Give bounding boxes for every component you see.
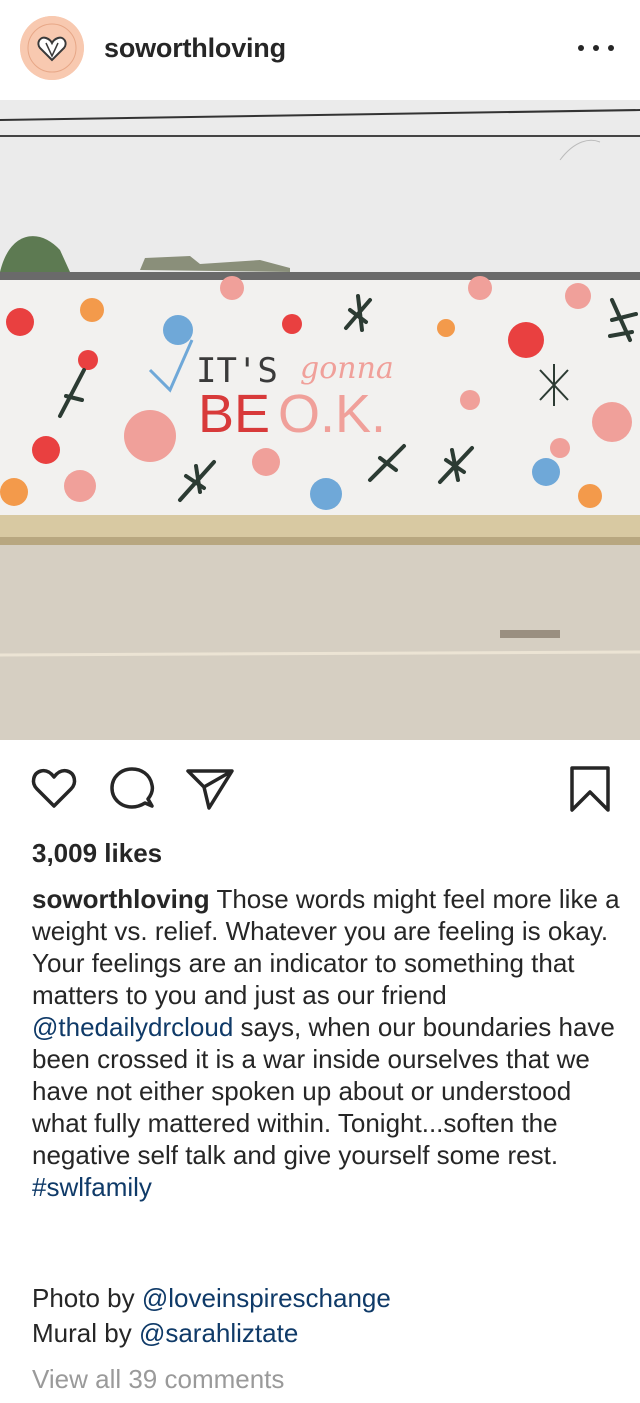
more-options-icon[interactable] [574, 36, 618, 60]
post-header: soworthloving [0, 0, 640, 100]
photo-credit: Photo by @loveinspireschange [32, 1282, 391, 1314]
photo-credit-label: Photo by [32, 1283, 135, 1313]
caption-username[interactable]: soworthloving [32, 884, 210, 914]
post-actions [0, 760, 640, 820]
mural-text-gonna: gonna [300, 351, 394, 386]
heart-icon[interactable] [26, 760, 82, 816]
mural-text-ok: O.K. [278, 384, 386, 444]
mural-credit-user[interactable]: @sarahliztate [139, 1318, 298, 1348]
mural-credit-label: Mural by [32, 1318, 132, 1348]
caption-mention[interactable]: @thedailydrcloud [32, 1012, 233, 1042]
likes-count[interactable]: 3,009 likes [32, 838, 162, 869]
caption-hashtag[interactable]: #swlfamily [32, 1172, 152, 1202]
comment-icon[interactable] [104, 760, 160, 816]
view-all-comments-link[interactable]: View all 39 comments [32, 1364, 284, 1395]
avatar[interactable] [20, 16, 84, 80]
mural-text-be: BE [198, 384, 270, 444]
bookmark-icon[interactable] [562, 760, 618, 816]
mural-credit: Mural by @sarahliztate [32, 1317, 298, 1349]
send-icon[interactable] [180, 760, 236, 816]
photo-credit-user[interactable]: @loveinspireschange [142, 1283, 391, 1313]
heart-badge-logo [20, 16, 84, 80]
post-username[interactable]: soworthloving [104, 33, 286, 64]
post-caption: soworthloving Those words might feel mor… [32, 883, 622, 1203]
post-photo[interactable]: IT'S gonna BE O.K. [0, 100, 640, 740]
mural-image: IT'S gonna BE O.K. [0, 100, 640, 740]
